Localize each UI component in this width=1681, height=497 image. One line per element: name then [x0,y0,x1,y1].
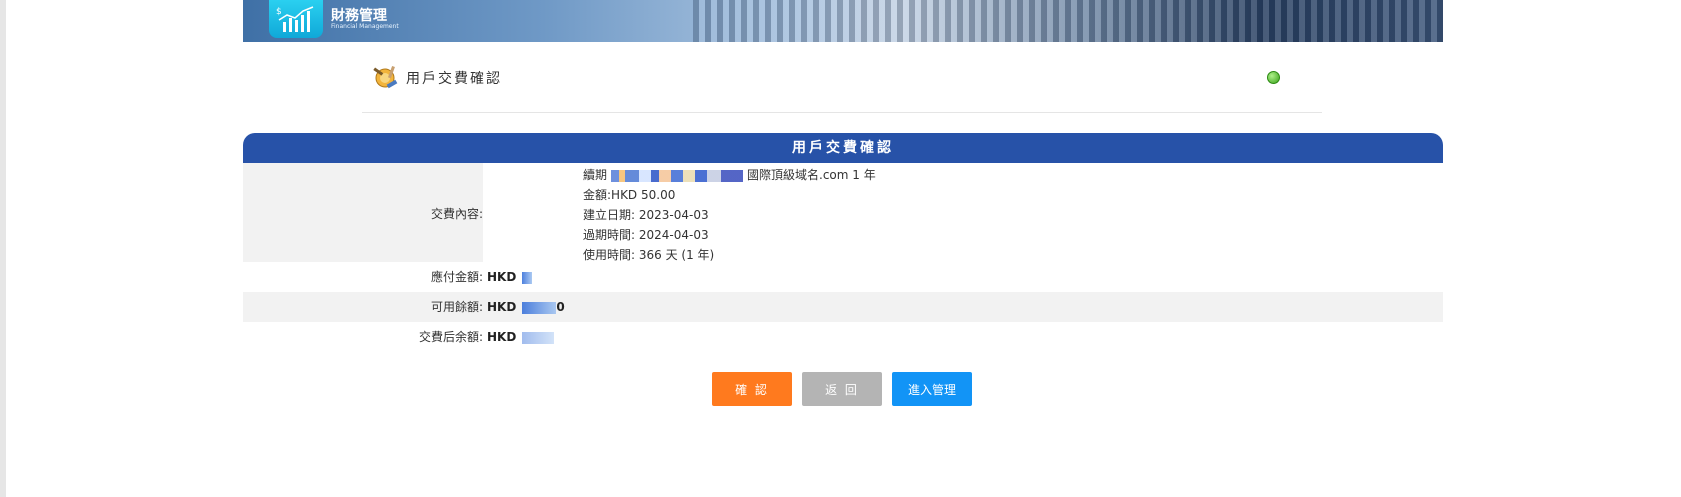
redacted-amount [522,271,533,284]
amount-due-value: HKD [487,262,533,292]
amount-line: 金額:HKD 50.00 [583,188,676,202]
payment-content-row: 交費內容: 續期 國際頂級域名.com 1 年 金額:HKD 50.00 建立日期… [243,163,1443,262]
banner-building-image [693,0,1443,42]
manage-button[interactable]: 進入管理 [892,372,972,406]
payment-content-details: 續期 國際頂級域名.com 1 年 金額:HKD 50.00 建立日期: 2023… [583,165,876,265]
top-banner: $ 財務管理 Financial Management [243,0,1443,42]
banner-subtitle: Financial Management [331,23,399,30]
svg-text:$: $ [276,7,282,17]
created-date-line: 建立日期: 2023-04-03 [583,208,709,222]
available-balance-value: HKD 0 [487,300,565,314]
panel-title: 用戶交費確認 [243,133,1443,163]
confirm-button[interactable]: 確 認 [712,372,792,406]
balance-after-label: 交費后余額: [418,330,483,344]
renewal-line: 續期 國際頂級域名.com 1 年 [583,168,876,182]
redacted-domain [611,169,744,182]
amount-due-row: 應付金額: HKD [243,262,1443,292]
banner-title: 財務管理 [331,8,387,24]
expiry-date-line: 過期時間: 2024-04-03 [583,228,709,242]
redacted-balance [522,301,557,314]
available-balance-row: 可用餘額: HKD 0 [243,292,1443,322]
balance-after-row: 交費后余額: HKD [243,322,1443,352]
left-edge [0,0,6,497]
payment-icon [370,62,400,96]
finance-logo-icon: $ [269,0,323,38]
back-button[interactable]: 返 回 [802,372,882,406]
page-header: 用戶交費確認 [362,58,1322,113]
amount-due-label: 應付金額: [430,270,483,284]
redacted-remaining [522,331,555,344]
page-title: 用戶交費確認 [406,71,502,87]
online-status-icon [1267,71,1280,84]
payment-content-label: 交費內容: [430,207,483,221]
balance-after-value: HKD [487,322,555,352]
available-balance-label: 可用餘額: [430,300,483,314]
